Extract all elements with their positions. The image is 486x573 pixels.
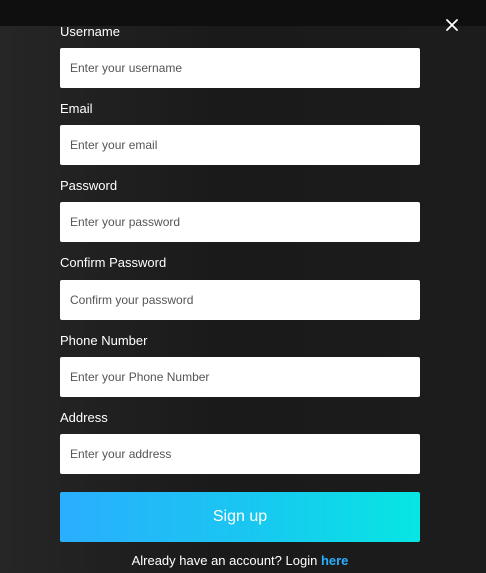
signup-modal: Username Email Password Confirm Password…	[0, 0, 486, 573]
phone-number-label: Phone Number	[60, 333, 148, 348]
login-link[interactable]: here	[321, 553, 348, 568]
address-label: Address	[60, 410, 108, 425]
email-input[interactable]	[60, 125, 420, 165]
signup-button[interactable]: Sign up	[60, 492, 420, 542]
close-button[interactable]	[444, 17, 460, 33]
modal-top-bar	[0, 0, 486, 26]
close-icon	[446, 19, 458, 31]
login-prompt: Already have an account? Login here	[60, 553, 420, 569]
address-input[interactable]	[60, 434, 420, 474]
confirm-password-label: Confirm Password	[60, 255, 167, 270]
phone-number-input[interactable]	[60, 357, 420, 397]
confirm-password-input[interactable]	[60, 280, 420, 320]
password-label: Password	[60, 178, 118, 193]
password-input[interactable]	[60, 202, 420, 242]
username-label: Username	[60, 24, 120, 39]
email-label: Email	[60, 101, 93, 116]
username-input[interactable]	[60, 48, 420, 88]
login-prompt-text: Already have an account? Login	[131, 553, 318, 568]
